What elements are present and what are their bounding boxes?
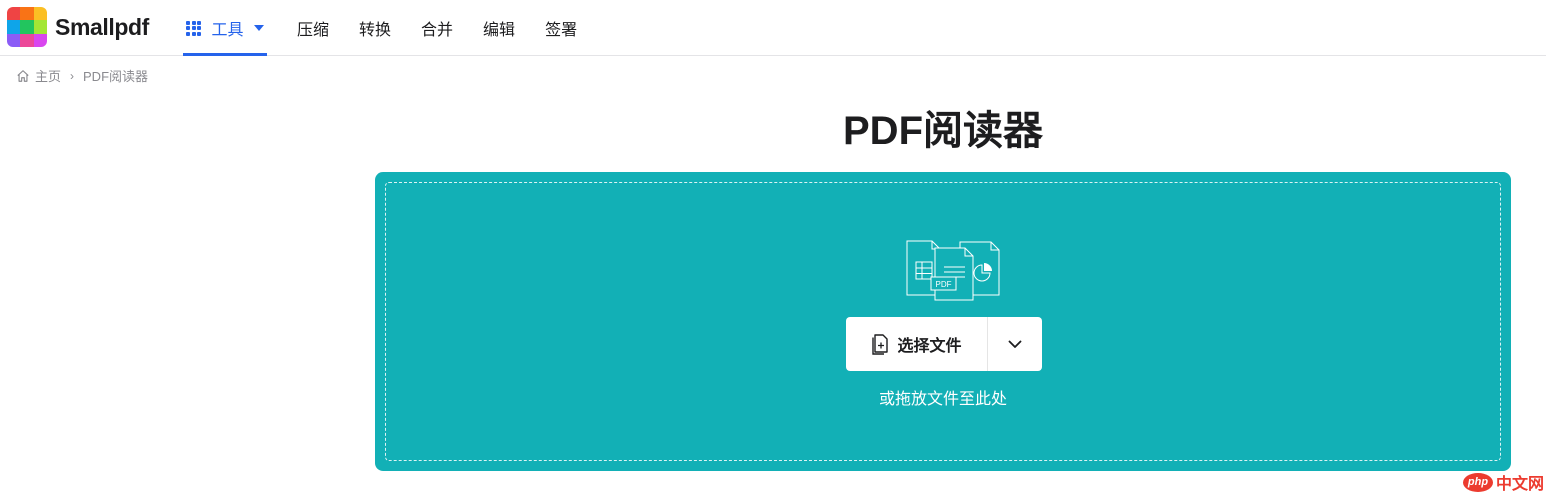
apps-grid-icon [186, 20, 202, 36]
top-navigation-bar: Smallpdf 工具 压缩 转换 合并 编辑 签署 [0, 0, 1546, 56]
breadcrumb-home-link[interactable]: 主页 [35, 66, 61, 85]
breadcrumb-current: PDF阅读器 [83, 69, 149, 84]
drop-hint-text: 或拖放文件至此处 [878, 391, 1007, 408]
nav-link-compress[interactable]: 压缩 [297, 0, 329, 56]
smallpdf-logo[interactable]: Smallpdf [7, 7, 149, 47]
file-dropzone[interactable]: PDF 选择文件 或拖放文件至此处 [375, 172, 1511, 471]
tools-menu-label: 工具 [211, 22, 244, 39]
nav-link-convert[interactable]: 转换 [359, 0, 391, 56]
php-cn-watermark: php 中文网 [1463, 470, 1544, 492]
watermark-text: 中文网 [1496, 476, 1545, 492]
caret-down-icon [253, 25, 264, 31]
choose-file-button-group: 选择文件 [846, 317, 1042, 371]
nav-link-edit[interactable]: 编辑 [483, 0, 515, 56]
choose-file-button[interactable]: 选择文件 [846, 317, 988, 371]
main-nav: 工具 压缩 转换 合并 编辑 签署 [183, 0, 577, 56]
more-upload-options-button[interactable] [988, 317, 1042, 371]
nav-link-merge[interactable]: 合并 [421, 0, 453, 56]
brand-name: Smallpdf [55, 13, 149, 40]
tools-menu-button[interactable]: 工具 [183, 0, 267, 56]
page-title: PDF阅读器 [843, 109, 1043, 153]
choose-file-label: 选择文件 [897, 338, 962, 355]
dropzone-dashed-border: PDF 选择文件 或拖放文件至此处 [385, 182, 1501, 461]
file-plus-icon [872, 334, 889, 355]
smallpdf-logo-icon [7, 7, 47, 47]
home-icon [17, 69, 29, 82]
breadcrumb: 主页 › PDF阅读器 [16, 66, 148, 85]
chevron-down-icon [1008, 340, 1022, 348]
illustration-pdf-badge: PDF [936, 280, 952, 289]
documents-illustration-icon: PDF [906, 240, 1000, 301]
breadcrumb-separator: › [70, 68, 75, 83]
watermark-php-badge: php [1463, 472, 1493, 492]
nav-link-sign[interactable]: 签署 [545, 0, 577, 56]
